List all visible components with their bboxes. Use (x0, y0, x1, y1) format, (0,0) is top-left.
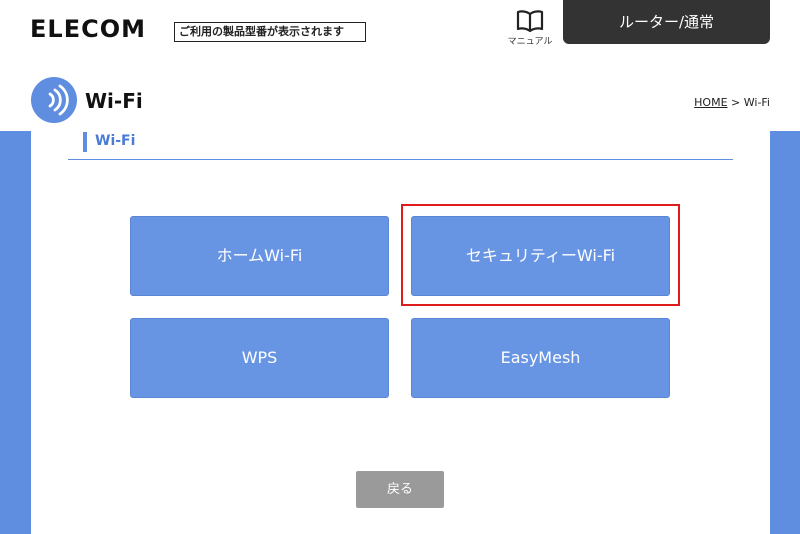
section-accent-bar (83, 132, 87, 152)
manual-button[interactable]: マニュアル (504, 6, 556, 50)
section-title: Wi-Fi (95, 133, 136, 149)
wifi-signal-icon (31, 77, 77, 123)
model-number-notice: ご利用の製品型番が表示されます (174, 22, 366, 42)
section-heading: Wi-Fi (68, 130, 733, 160)
elecom-logo: ELECOM (30, 15, 146, 43)
mode-tab[interactable]: ルーター/通常 (563, 0, 770, 44)
back-button[interactable]: 戻る (356, 471, 444, 508)
page-title: Wi-Fi (85, 89, 143, 113)
security-wifi-button[interactable]: セキュリティーWi-Fi (411, 216, 670, 296)
breadcrumb-home-link[interactable]: HOME (694, 96, 727, 109)
easymesh-button[interactable]: EasyMesh (411, 318, 670, 398)
frame-left-border (0, 131, 31, 534)
wps-button[interactable]: WPS (130, 318, 389, 398)
manual-label: マニュアル (507, 37, 553, 47)
breadcrumb-current: Wi-Fi (743, 96, 770, 109)
book-icon (516, 10, 544, 33)
breadcrumb-separator: > (731, 96, 741, 109)
breadcrumb: HOME > Wi-Fi (694, 96, 770, 109)
frame-right-border (770, 131, 800, 534)
home-wifi-button[interactable]: ホームWi-Fi (130, 216, 389, 296)
